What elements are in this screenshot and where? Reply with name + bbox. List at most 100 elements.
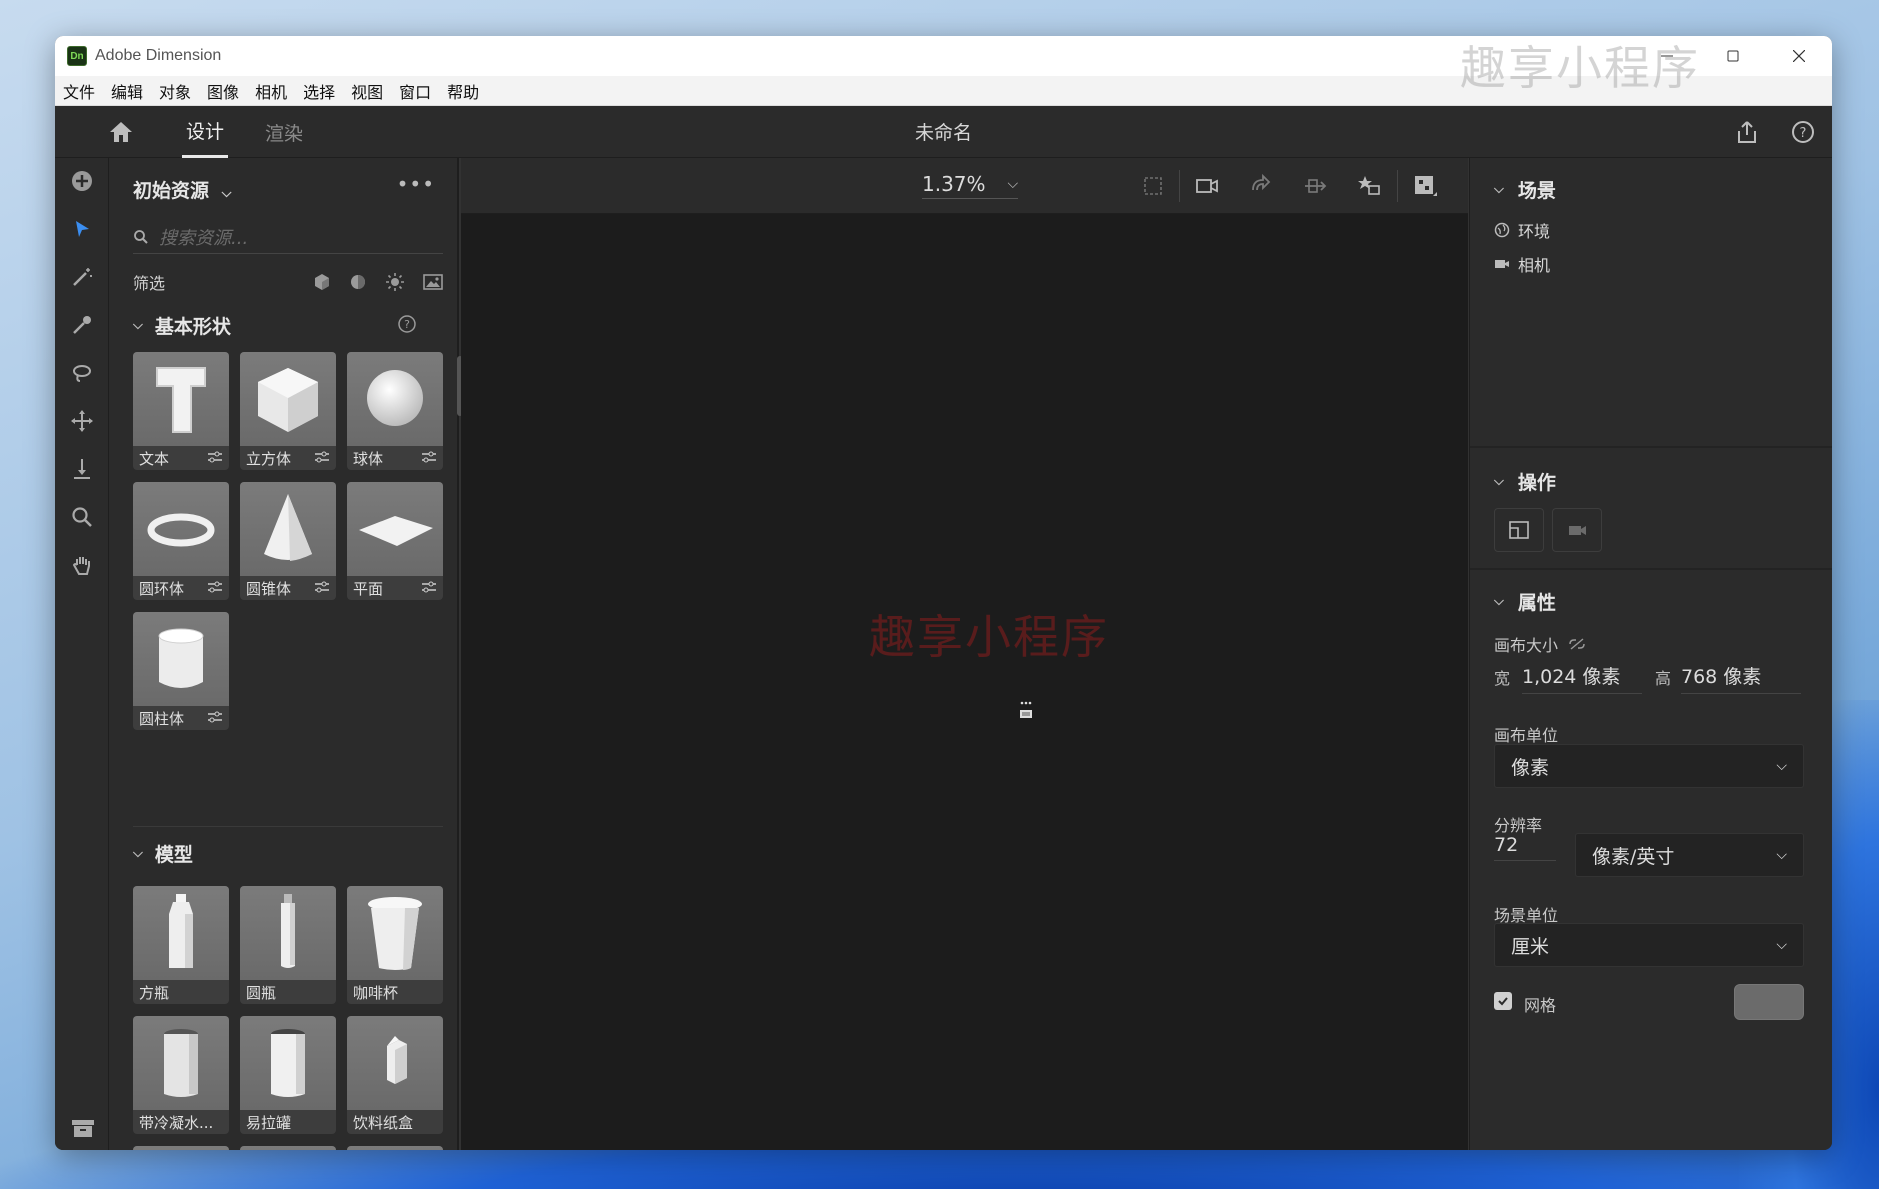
resolution-unit-select[interactable]: 像素/英寸 ⌵ xyxy=(1575,833,1804,877)
menu-camera[interactable]: 相机 xyxy=(255,79,287,103)
filter-image-icon[interactable] xyxy=(423,273,443,291)
frame-select-icon[interactable] xyxy=(1139,172,1167,200)
add-tool[interactable] xyxy=(67,166,97,196)
archive-button[interactable] xyxy=(67,1112,99,1144)
scene-item-environment[interactable]: 环境 xyxy=(1494,218,1550,242)
select-tool[interactable] xyxy=(67,214,97,244)
resolution-label: 分辨率 xyxy=(1494,816,1543,835)
scene-unit-select[interactable]: 厘米 ⌵ xyxy=(1494,923,1804,967)
scene-header[interactable]: ⌵ 场景 xyxy=(1494,176,1556,203)
unlink-icon[interactable] xyxy=(1568,637,1586,651)
filter-model-icon[interactable] xyxy=(313,273,331,291)
asset-tile-soda-can[interactable]: 易拉罐 xyxy=(240,1016,336,1134)
menu-object[interactable]: 对象 xyxy=(159,79,191,103)
attributes-header[interactable]: ⌵ 属性 xyxy=(1494,588,1556,615)
drink-carton-icon xyxy=(387,1036,407,1084)
asset-tile-cone[interactable]: 圆锥体 xyxy=(240,482,336,600)
chevron-down-icon: ⌵ xyxy=(1494,474,1504,489)
pan-camera-icon[interactable] xyxy=(1301,172,1329,200)
asset-tile-plane[interactable]: 平面 xyxy=(347,482,443,600)
fit-frame-icon xyxy=(1509,521,1529,539)
asset-tile-partial[interactable] xyxy=(133,1146,229,1150)
scene-item-camera[interactable]: 相机 xyxy=(1494,252,1550,276)
actions-header[interactable]: ⌵ 操作 xyxy=(1494,468,1556,495)
assets-library-dropdown[interactable]: 初始资源 ⌵ xyxy=(133,176,232,203)
coffee-cup-icon xyxy=(368,897,422,970)
asset-tile-partial[interactable] xyxy=(240,1146,336,1150)
render-preview-icon[interactable] xyxy=(1411,172,1439,200)
scene-object-marker[interactable] xyxy=(1019,700,1033,720)
maximize-button[interactable] xyxy=(1700,36,1766,76)
move-arrows-icon xyxy=(71,410,93,432)
menu-file[interactable]: 文件 xyxy=(63,79,95,103)
basic-shapes-header[interactable]: ⌵ 基本形状 xyxy=(133,312,231,339)
asset-tile-drink-carton[interactable]: 饮料纸盒 xyxy=(347,1016,443,1134)
menu-image[interactable]: 图像 xyxy=(207,79,239,103)
more-options-button[interactable]: ••• xyxy=(397,172,435,196)
zoom-dropdown[interactable]: 1.37% ⌵ xyxy=(922,172,1019,199)
hand-icon xyxy=(72,557,90,575)
zoom-tool[interactable] xyxy=(67,502,97,532)
share-button[interactable] xyxy=(1734,119,1760,145)
menu-edit[interactable]: 编辑 xyxy=(111,79,143,103)
asset-tile-text[interactable]: 文本 xyxy=(133,352,229,470)
viewport-canvas[interactable]: 趣享小程序 xyxy=(461,214,1468,1150)
filter-light-icon[interactable] xyxy=(385,272,405,292)
asset-tile-square-bottle[interactable]: 方瓶 xyxy=(133,886,229,1004)
asset-tile-label: 平面 xyxy=(353,580,384,598)
hand-tool[interactable] xyxy=(67,550,97,580)
fit-to-canvas-button[interactable] xyxy=(1494,508,1544,552)
menu-view[interactable]: 视图 xyxy=(351,79,383,103)
bookmark-camera-icon[interactable] xyxy=(1355,172,1383,200)
asset-tile-coffee-cup[interactable]: 咖啡杯 xyxy=(347,886,443,1004)
asset-tile-label: 圆锥体 xyxy=(246,580,292,598)
asset-tile-round-bottle[interactable]: 圆瓶 xyxy=(240,886,336,1004)
drop-to-ground-tool[interactable] xyxy=(67,454,97,484)
menu-help[interactable]: 帮助 xyxy=(447,79,479,103)
resolution-field[interactable]: 72 xyxy=(1494,834,1556,861)
scene-item-label: 环境 xyxy=(1518,222,1551,241)
camera-action-button[interactable] xyxy=(1552,508,1602,552)
width-field[interactable]: 1,024 像素 xyxy=(1522,662,1642,694)
window-controls xyxy=(1634,36,1832,76)
asset-tile-cylinder[interactable]: 圆柱体 xyxy=(133,612,229,730)
asset-tile-cube[interactable]: 立方体 xyxy=(240,352,336,470)
asset-tile-condensation-can[interactable]: 带冷凝水... xyxy=(133,1016,229,1134)
filter-material-icon[interactable] xyxy=(349,273,367,291)
asset-search[interactable]: 搜索资源... xyxy=(133,220,443,254)
help-button[interactable]: ? xyxy=(1790,119,1816,145)
video-camera-icon xyxy=(1495,260,1509,268)
check-icon xyxy=(1498,997,1508,1006)
asset-tile-torus[interactable]: 圆环体 xyxy=(133,482,229,600)
magic-wand-tool[interactable] xyxy=(67,262,97,292)
adjust-icon[interactable] xyxy=(314,450,330,464)
canvas-unit-select[interactable]: 像素 ⌵ xyxy=(1494,744,1804,788)
minimize-button[interactable] xyxy=(1634,36,1700,76)
adjust-icon[interactable] xyxy=(207,710,223,724)
eyedropper-tool[interactable] xyxy=(67,310,97,340)
adjust-icon[interactable] xyxy=(421,450,437,464)
adjust-icon[interactable] xyxy=(207,580,223,594)
grid-checkbox[interactable] xyxy=(1494,992,1512,1010)
close-button[interactable] xyxy=(1766,36,1832,76)
camera-frame-icon[interactable] xyxy=(1193,172,1221,200)
grid-color-swatch[interactable] xyxy=(1734,984,1804,1020)
move-tool[interactable] xyxy=(67,406,97,436)
asset-tile-sphere[interactable]: 球体 xyxy=(347,352,443,470)
adjust-icon[interactable] xyxy=(314,580,330,594)
adjust-icon[interactable] xyxy=(421,580,437,594)
tool-rail xyxy=(55,158,109,1150)
lasso-icon xyxy=(73,365,91,382)
models-header[interactable]: ⌵ 模型 xyxy=(133,840,193,867)
lasso-tool[interactable] xyxy=(67,358,97,388)
asset-tile-partial[interactable] xyxy=(347,1146,443,1150)
adjust-icon[interactable] xyxy=(207,450,223,464)
models-title: 模型 xyxy=(154,844,193,866)
height-field[interactable]: 768 像素 xyxy=(1681,662,1801,694)
attributes-section: ⌵ 属性 画布大小 宽 1,024 像素 高 768 像素 画布单位 像素 ⌵ … xyxy=(1470,572,1832,1150)
menu-select[interactable]: 选择 xyxy=(303,79,335,103)
basic-shapes-help-icon[interactable]: ? xyxy=(397,314,417,334)
search-input[interactable]: 搜索资源... xyxy=(159,224,248,250)
menu-window[interactable]: 窗口 xyxy=(399,79,431,103)
orbit-camera-icon[interactable] xyxy=(1247,172,1275,200)
